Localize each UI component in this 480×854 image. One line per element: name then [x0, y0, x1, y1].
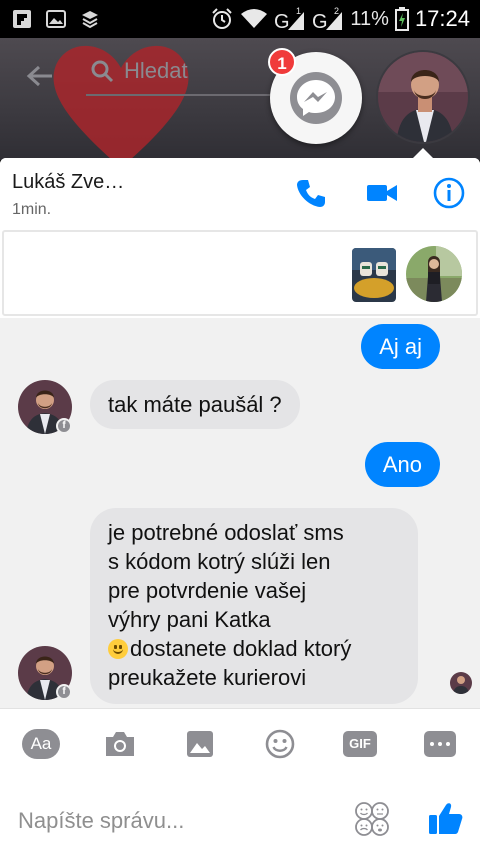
signal-1-label: 1: [296, 6, 301, 16]
aa-label: Aa: [22, 729, 60, 759]
message-bubble-outgoing[interactable]: Aj aj: [361, 324, 440, 369]
messenger-icon: [290, 72, 342, 124]
emoji-icon: [265, 729, 295, 759]
search-placeholder: Hledat: [124, 58, 188, 83]
emoji-button[interactable]: [261, 727, 299, 761]
notification-icons: [12, 9, 100, 29]
shared-avatar-thumbnail[interactable]: [406, 246, 462, 302]
avatar: [378, 52, 468, 142]
message-bubble-incoming[interactable]: je potrebné odoslať sms s kódom kotrý sl…: [90, 508, 418, 704]
clock: 17:24: [414, 6, 470, 31]
thumbs-up-icon[interactable]: [426, 799, 464, 837]
text-style-button[interactable]: Aa: [22, 727, 60, 761]
message-line: s kódom kotrý slúži len: [108, 549, 331, 574]
image-icon: [187, 731, 213, 757]
status-bar: G1 G2 11% 17:24: [0, 0, 480, 38]
message-line: je potrebné odoslať sms: [108, 520, 344, 545]
background-search[interactable]: Hledat: [90, 58, 188, 84]
message-line: dostanete doklad ktorý: [130, 636, 352, 661]
avatar-image: [450, 672, 472, 694]
message-line-with-emoji: dostanete doklad ktorý: [108, 634, 400, 663]
video-camera-icon[interactable]: [365, 176, 399, 210]
flipboard-icon: [13, 10, 31, 28]
more-options-button[interactable]: [421, 727, 459, 761]
search-underline: [86, 94, 286, 96]
info-icon[interactable]: [432, 176, 466, 210]
sticker-icon[interactable]: [354, 801, 390, 837]
facebook-badge-icon: f: [56, 684, 72, 700]
composer-toolbar: Aa GIF: [0, 725, 480, 765]
signal-icon: G1: [274, 6, 305, 32]
phone-icon[interactable]: [294, 176, 328, 210]
message-bubble-incoming[interactable]: tak máte paušál ?: [90, 380, 300, 429]
more-icon: [424, 731, 456, 757]
alarm-icon: [212, 8, 233, 29]
message-line: výhry pani Katka: [108, 607, 271, 632]
chat-header: Lukáš Zve… 1min.: [0, 158, 480, 228]
message-bubble-outgoing[interactable]: Ano: [364, 442, 440, 487]
message-composer: Aa GIF Napíšte správu...: [0, 708, 480, 854]
unread-badge: 1: [268, 48, 296, 76]
gif-label: GIF: [343, 731, 377, 757]
battery-icon: [394, 7, 409, 31]
signal-icon: G2: [312, 6, 343, 32]
photo-image: [406, 246, 462, 302]
photo-image: [352, 248, 396, 302]
search-icon: [91, 60, 114, 83]
back-arrow-icon[interactable]: [26, 64, 54, 88]
message-line: pre potvrdenie vašej: [108, 578, 307, 603]
smiley-emoji-icon: [108, 639, 128, 659]
contact-chat-head[interactable]: [376, 50, 470, 144]
seen-indicator-avatar: [450, 672, 472, 694]
gallery-button[interactable]: [181, 727, 219, 761]
last-active-status: 1min.: [12, 201, 52, 218]
camera-button[interactable]: [101, 727, 139, 761]
facebook-badge-icon: f: [56, 418, 72, 434]
message-line: preukažete kurierovi: [108, 665, 307, 690]
message-input[interactable]: [18, 805, 318, 837]
contact-name[interactable]: Lukáš Zve…: [12, 171, 124, 194]
message-list[interactable]: Aj aj f tak máte paušál ? Ano f je potre…: [0, 318, 480, 708]
shared-media-strip: [2, 230, 478, 316]
battery-percent: 11%: [350, 7, 389, 30]
wifi-icon: [241, 9, 268, 28]
layers-icon: [82, 11, 98, 29]
shared-photo-thumbnail[interactable]: [352, 248, 396, 302]
signal-2-label: 2: [334, 6, 339, 16]
chat-panel: Lukáš Zve… 1min. Aj aj f tak máte paušál…: [0, 158, 480, 854]
svg-text:G: G: [274, 11, 290, 32]
camera-icon: [106, 732, 134, 756]
svg-text:G: G: [312, 11, 328, 32]
gallery-icon: [46, 10, 66, 28]
system-indicators: G1 G2 11% 17:24: [210, 6, 470, 32]
gif-button[interactable]: GIF: [341, 727, 379, 761]
